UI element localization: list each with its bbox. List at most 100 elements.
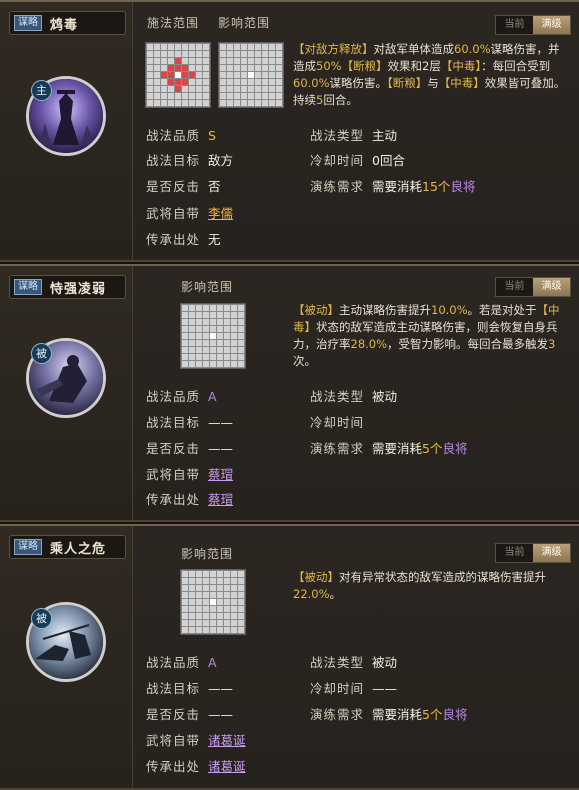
range-cell — [231, 627, 237, 633]
inherit-link[interactable]: 蔡瑁 — [208, 492, 233, 507]
range-cell — [269, 86, 275, 92]
type-label: 战法类型 — [310, 389, 365, 404]
range-cell — [147, 44, 153, 50]
range-cell — [161, 51, 167, 57]
range-cell — [189, 58, 195, 64]
range-cell — [255, 58, 261, 64]
effect-range-grid — [180, 569, 246, 635]
counter-row: 是否反击 —— — [146, 706, 233, 724]
level-mode-switch: 当前 满级 — [495, 15, 571, 35]
cooldown-row: 冷却时间 0回合 — [310, 152, 405, 170]
mode-max-button[interactable]: 满级 — [533, 16, 570, 34]
range-cell — [196, 606, 202, 612]
range-cell — [182, 361, 188, 367]
range-cell — [217, 585, 223, 591]
drill-unit: 良将 — [442, 707, 468, 722]
range-cell — [217, 347, 223, 353]
range-cell — [168, 65, 174, 71]
tactic-title: 谋略 乘人之危 — [9, 535, 126, 559]
range-cell — [269, 79, 275, 85]
description-segment: ：每回合受到 — [481, 59, 551, 73]
hero-link[interactable]: 蔡瑁 — [208, 467, 233, 482]
range-cell — [189, 79, 195, 85]
range-cell — [175, 58, 181, 64]
range-cell — [231, 585, 237, 591]
range-cell — [182, 51, 188, 57]
range-cell — [241, 51, 247, 57]
mode-current-button[interactable]: 当前 — [496, 16, 533, 34]
range-cell — [182, 86, 188, 92]
description-segment: 3 — [548, 337, 556, 351]
range-cell — [189, 592, 195, 598]
range-cell — [210, 571, 216, 577]
range-cell — [196, 627, 202, 633]
range-cell — [203, 571, 209, 577]
range-cell — [210, 361, 216, 367]
hero-link[interactable]: 李儒 — [208, 206, 233, 221]
range-cell — [269, 72, 275, 78]
range-cell — [255, 51, 261, 57]
range-cell — [217, 305, 223, 311]
range-cell — [217, 599, 223, 605]
range-cell — [241, 100, 247, 106]
range-cell — [241, 79, 247, 85]
range-cell — [234, 65, 240, 71]
range-cell — [224, 333, 230, 339]
description-segment: 与 — [427, 76, 439, 90]
range-cell — [224, 361, 230, 367]
description-segment: 【断粮】 — [341, 59, 388, 73]
range-cell — [161, 44, 167, 50]
range-cell — [203, 319, 209, 325]
range-cell — [175, 44, 181, 50]
mode-current-button[interactable]: 当前 — [496, 278, 533, 296]
cooldown-label: 冷却时间 — [310, 681, 365, 696]
range-cell — [238, 571, 244, 577]
description-segment: 【对敌方释放】 — [293, 42, 374, 56]
hero-link[interactable]: 诸葛诞 — [208, 733, 246, 748]
range-cell — [217, 592, 223, 598]
drill-count: 15个 — [422, 179, 451, 194]
type-value: 被动 — [372, 389, 398, 404]
range-cell — [182, 592, 188, 598]
cooldown-value: 0回合 — [372, 153, 405, 168]
range-cell — [255, 65, 261, 71]
range-cell — [203, 613, 209, 619]
range-cell — [182, 319, 188, 325]
effect-range-title: 影响范围 — [181, 547, 234, 561]
drill-prefix: 需要消耗 — [372, 707, 423, 722]
drill-row: 演练需求 需要消耗5个良将 — [310, 706, 468, 724]
range-cell — [147, 65, 153, 71]
description-segment: 效果和2层 — [387, 59, 441, 73]
mode-max-button[interactable]: 满级 — [533, 278, 570, 296]
range-cell — [182, 599, 188, 605]
range-cell — [203, 592, 209, 598]
range-cell — [227, 72, 233, 78]
range-cell — [196, 613, 202, 619]
range-cell — [241, 86, 247, 92]
range-cell — [196, 305, 202, 311]
range-cell — [168, 86, 174, 92]
mode-current-button[interactable]: 当前 — [496, 544, 533, 562]
inherit-link[interactable]: 诸葛诞 — [208, 759, 246, 774]
mode-max-button[interactable]: 满级 — [533, 544, 570, 562]
range-cell — [248, 51, 254, 57]
range-cell — [182, 606, 188, 612]
range-cell — [241, 44, 247, 50]
hero-row: 武将自带 蔡瑁 — [146, 466, 233, 484]
range-cell — [234, 51, 240, 57]
range-cell — [147, 100, 153, 106]
target-row: 战法目标 —— — [146, 680, 233, 698]
range-cell — [276, 100, 282, 106]
tactic-title: 谋略 鸩毒 — [9, 11, 126, 35]
range-cell — [224, 305, 230, 311]
range-cell — [276, 58, 282, 64]
range-cell — [189, 72, 195, 78]
card-left-column: 谋略 鸩毒 主 — [0, 2, 133, 260]
description-segment: 【被动】 — [293, 570, 339, 584]
target-label: 战法目标 — [146, 415, 201, 430]
cooldown-label: 冷却时间 — [310, 153, 365, 168]
range-cell — [196, 44, 202, 50]
range-cell — [182, 340, 188, 346]
range-cell — [203, 58, 209, 64]
range-cell — [238, 599, 244, 605]
